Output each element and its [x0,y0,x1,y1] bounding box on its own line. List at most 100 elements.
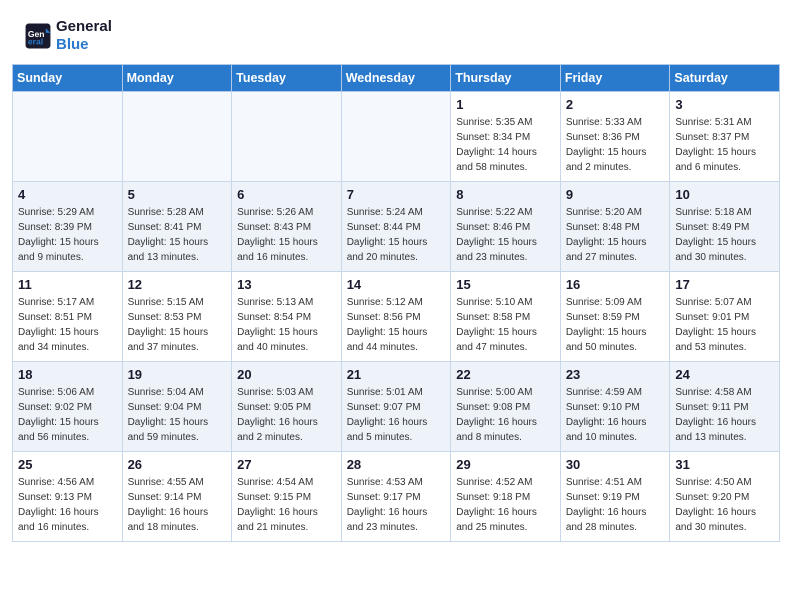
day-number: 8 [456,187,555,202]
calendar-cell: 24 Sunrise: 4:58 AM Sunset: 9:11 PM Dayli… [670,362,780,452]
day-info: Sunrise: 5:06 AM Sunset: 9:02 PM Dayligh… [18,385,117,445]
calendar-cell [122,92,232,182]
weekday-header-tuesday: Tuesday [232,65,342,92]
day-info: Sunrise: 4:59 AM Sunset: 9:10 PM Dayligh… [566,385,665,445]
day-info: Sunrise: 5:07 AM Sunset: 9:01 PM Dayligh… [675,295,774,355]
day-info: Sunrise: 5:31 AM Sunset: 8:37 PM Dayligh… [675,115,774,175]
weekday-header-thursday: Thursday [451,65,561,92]
weekday-header-wednesday: Wednesday [341,65,451,92]
day-number: 27 [237,457,336,472]
calendar-cell: 7 Sunrise: 5:24 AM Sunset: 8:44 PM Daylig… [341,182,451,272]
calendar-cell: 25 Sunrise: 4:56 AM Sunset: 9:13 PM Dayli… [13,452,123,542]
calendar-cell [13,92,123,182]
day-info: Sunrise: 4:56 AM Sunset: 9:13 PM Dayligh… [18,475,117,535]
calendar-cell: 15 Sunrise: 5:10 AM Sunset: 8:58 PM Dayli… [451,272,561,362]
day-info: Sunrise: 5:15 AM Sunset: 8:53 PM Dayligh… [128,295,227,355]
day-number: 23 [566,367,665,382]
day-number: 21 [347,367,446,382]
day-number: 19 [128,367,227,382]
day-number: 30 [566,457,665,472]
calendar-cell: 27 Sunrise: 4:54 AM Sunset: 9:15 PM Dayli… [232,452,342,542]
day-info: Sunrise: 5:20 AM Sunset: 8:48 PM Dayligh… [566,205,665,265]
day-info: Sunrise: 5:01 AM Sunset: 9:07 PM Dayligh… [347,385,446,445]
day-info: Sunrise: 5:04 AM Sunset: 9:04 PM Dayligh… [128,385,227,445]
calendar-cell: 5 Sunrise: 5:28 AM Sunset: 8:41 PM Daylig… [122,182,232,272]
calendar-cell: 31Sunrise: 4:50 AM Sunset: 9:20 PM Dayli… [670,452,780,542]
day-info: Sunrise: 5:28 AM Sunset: 8:41 PM Dayligh… [128,205,227,265]
day-number: 16 [566,277,665,292]
day-number: 12 [128,277,227,292]
logo: Gen eral General Blue [24,18,112,54]
calendar-cell: 4 Sunrise: 5:29 AM Sunset: 8:39 PM Daylig… [13,182,123,272]
day-number: 13 [237,277,336,292]
calendar-wrap: SundayMondayTuesdayWednesdayThursdayFrid… [0,64,792,554]
calendar-cell: 19 Sunrise: 5:04 AM Sunset: 9:04 PM Dayli… [122,362,232,452]
day-number: 25 [18,457,117,472]
day-info: Sunrise: 5:24 AM Sunset: 8:44 PM Dayligh… [347,205,446,265]
day-info: Sunrise: 4:58 AM Sunset: 9:11 PM Dayligh… [675,385,774,445]
calendar-cell: 2 Sunrise: 5:33 AM Sunset: 8:36 PM Daylig… [560,92,670,182]
day-number: 28 [347,457,446,472]
day-number: 15 [456,277,555,292]
day-info: Sunrise: 4:53 AM Sunset: 9:17 PM Dayligh… [347,475,446,535]
day-number: 2 [566,97,665,112]
day-info: Sunrise: 5:22 AM Sunset: 8:46 PM Dayligh… [456,205,555,265]
calendar-cell: 9 Sunrise: 5:20 AM Sunset: 8:48 PM Daylig… [560,182,670,272]
calendar-cell: 6Sunrise: 5:26 AM Sunset: 8:43 PM Daylig… [232,182,342,272]
day-info: Sunrise: 5:17 AM Sunset: 8:51 PM Dayligh… [18,295,117,355]
weekday-header-saturday: Saturday [670,65,780,92]
calendar-cell: 23 Sunrise: 4:59 AM Sunset: 9:10 PM Dayli… [560,362,670,452]
day-info: Sunrise: 4:54 AM Sunset: 9:15 PM Dayligh… [237,475,336,535]
svg-text:eral: eral [28,37,43,47]
calendar-cell: 29Sunrise: 4:52 AM Sunset: 9:18 PM Dayli… [451,452,561,542]
day-info: Sunrise: 5:00 AM Sunset: 9:08 PM Dayligh… [456,385,555,445]
calendar-week-row: 25 Sunrise: 4:56 AM Sunset: 9:13 PM Dayli… [13,452,780,542]
day-info: Sunrise: 4:51 AM Sunset: 9:19 PM Dayligh… [566,475,665,535]
calendar-cell: 21 Sunrise: 5:01 AM Sunset: 9:07 PM Dayli… [341,362,451,452]
weekday-header-friday: Friday [560,65,670,92]
calendar-cell: 30 Sunrise: 4:51 AM Sunset: 9:19 PM Dayli… [560,452,670,542]
day-info: Sunrise: 5:03 AM Sunset: 9:05 PM Dayligh… [237,385,336,445]
calendar-cell: 14Sunrise: 5:12 AM Sunset: 8:56 PM Dayli… [341,272,451,362]
logo-text: General Blue [56,18,112,54]
calendar-cell: 11 Sunrise: 5:17 AM Sunset: 8:51 PM Dayli… [13,272,123,362]
calendar-cell: 26Sunrise: 4:55 AM Sunset: 9:14 PM Dayli… [122,452,232,542]
day-number: 6 [237,187,336,202]
calendar-cell: 16 Sunrise: 5:09 AM Sunset: 8:59 PM Dayli… [560,272,670,362]
calendar-week-row: 18 Sunrise: 5:06 AM Sunset: 9:02 PM Dayli… [13,362,780,452]
calendar-cell [232,92,342,182]
day-info: Sunrise: 4:50 AM Sunset: 9:20 PM Dayligh… [675,475,774,535]
day-info: Sunrise: 5:10 AM Sunset: 8:58 PM Dayligh… [456,295,555,355]
day-info: Sunrise: 5:18 AM Sunset: 8:49 PM Dayligh… [675,205,774,265]
day-number: 24 [675,367,774,382]
day-number: 7 [347,187,446,202]
page-header: Gen eral General Blue [0,0,792,64]
day-number: 20 [237,367,336,382]
calendar-week-row: 11 Sunrise: 5:17 AM Sunset: 8:51 PM Dayli… [13,272,780,362]
day-number: 11 [18,277,117,292]
day-number: 5 [128,187,227,202]
day-info: Sunrise: 5:09 AM Sunset: 8:59 PM Dayligh… [566,295,665,355]
day-number: 4 [18,187,117,202]
day-number: 9 [566,187,665,202]
calendar-week-row: 1 Sunrise: 5:35 AM Sunset: 8:34 PM Daylig… [13,92,780,182]
day-number: 17 [675,277,774,292]
day-info: Sunrise: 5:35 AM Sunset: 8:34 PM Dayligh… [456,115,555,175]
calendar-cell: 12 Sunrise: 5:15 AM Sunset: 8:53 PM Dayli… [122,272,232,362]
day-info: Sunrise: 5:29 AM Sunset: 8:39 PM Dayligh… [18,205,117,265]
calendar-cell: 20 Sunrise: 5:03 AM Sunset: 9:05 PM Dayli… [232,362,342,452]
calendar-table: SundayMondayTuesdayWednesdayThursdayFrid… [12,64,780,542]
day-number: 22 [456,367,555,382]
day-number: 1 [456,97,555,112]
calendar-cell: 18 Sunrise: 5:06 AM Sunset: 9:02 PM Dayli… [13,362,123,452]
calendar-cell [341,92,451,182]
calendar-cell: 3Sunrise: 5:31 AM Sunset: 8:37 PM Daylig… [670,92,780,182]
day-info: Sunrise: 5:33 AM Sunset: 8:36 PM Dayligh… [566,115,665,175]
weekday-header-sunday: Sunday [13,65,123,92]
day-info: Sunrise: 5:13 AM Sunset: 8:54 PM Dayligh… [237,295,336,355]
calendar-cell: 13 Sunrise: 5:13 AM Sunset: 8:54 PM Dayli… [232,272,342,362]
day-number: 18 [18,367,117,382]
day-number: 14 [347,277,446,292]
logo-icon: Gen eral [24,22,52,50]
day-number: 10 [675,187,774,202]
